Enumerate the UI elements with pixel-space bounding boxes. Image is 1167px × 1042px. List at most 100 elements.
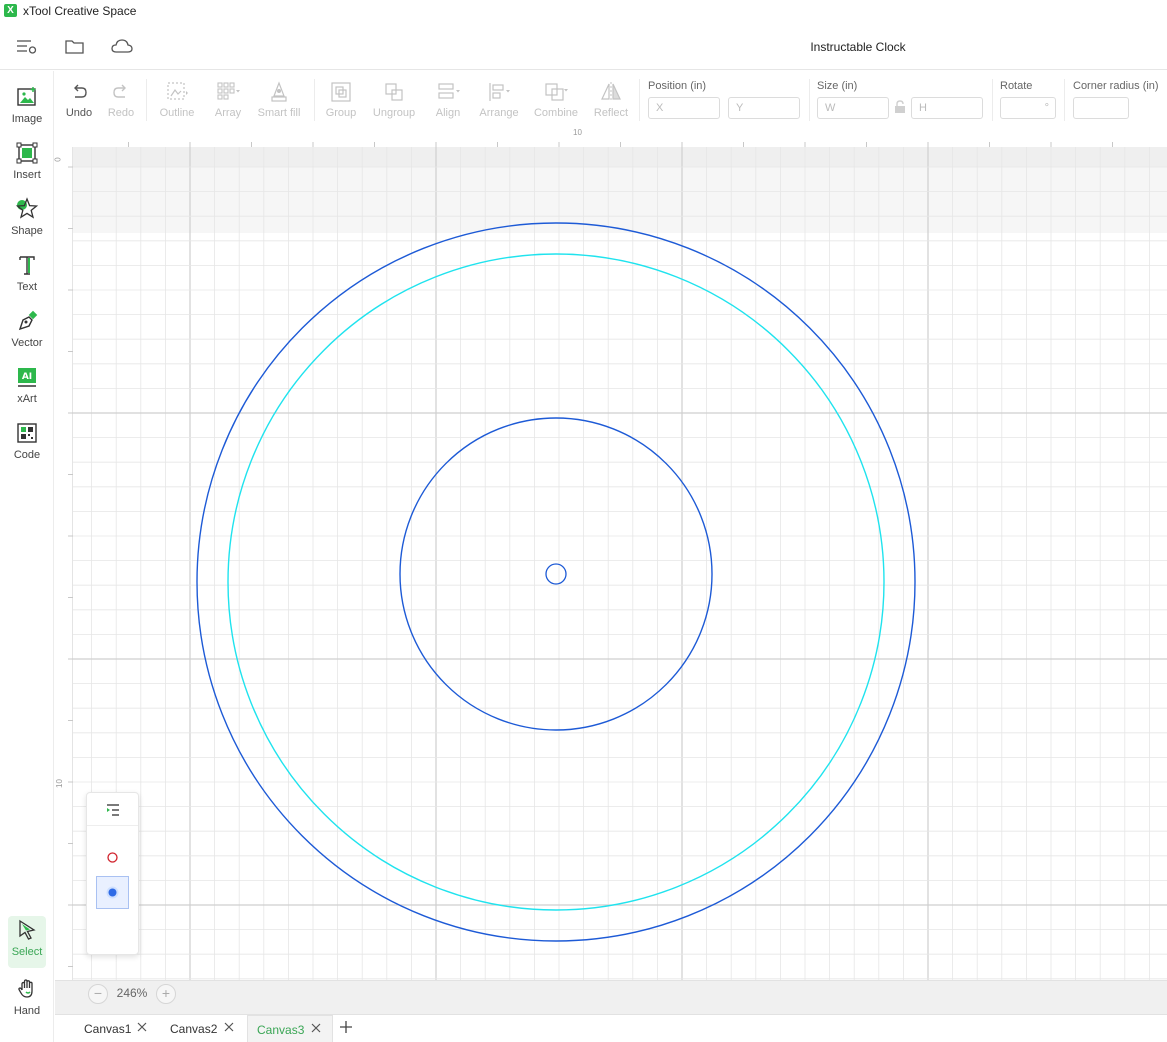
header-bar: Instructable Clock [0, 24, 1167, 70]
corner-radius-field[interactable] [1073, 97, 1129, 119]
size-w-field[interactable]: W [817, 97, 889, 119]
tool-insert[interactable]: Insert [0, 139, 54, 191]
tool-hand[interactable]: Hand [0, 975, 54, 1027]
close-icon[interactable] [222, 1020, 236, 1034]
zoom-bar: − 246% + [55, 980, 1167, 1014]
separator [639, 79, 640, 121]
tab-canvas3[interactable]: Canvas3 [247, 1015, 333, 1042]
layer-red-swatch [107, 852, 118, 863]
size-h-field[interactable]: H [911, 97, 983, 119]
svg-text:AI: AI [22, 372, 32, 382]
zoom-level: 246% [116, 986, 148, 1000]
align-button[interactable]: Align [428, 77, 468, 125]
tab-canvas2[interactable]: Canvas2 [159, 1015, 245, 1042]
canvas-work-area [73, 233, 1167, 980]
align-label: Align [435, 107, 461, 119]
tool-label: Vector [11, 337, 43, 349]
reflect-label: Reflect [593, 107, 629, 119]
corner-radius-label: Corner radius (in) [1073, 80, 1159, 92]
outline-icon [165, 80, 189, 104]
separator [809, 79, 810, 121]
tab-canvas1[interactable]: Canvas1 [73, 1015, 157, 1042]
smart-fill-button[interactable]: Smart fill [254, 77, 304, 125]
ai-icon: AI [15, 365, 39, 389]
separator [314, 79, 315, 121]
tool-label: Code [13, 449, 41, 461]
redo-icon [109, 80, 133, 104]
position-x-field[interactable]: X [648, 97, 720, 119]
layer-list-icon[interactable] [105, 802, 121, 818]
combine-button[interactable]: Combine [530, 77, 582, 125]
undo-icon [67, 80, 91, 104]
ruler-ticks [68, 166, 73, 967]
canvas-tabs: Canvas1 Canvas2 Canvas3 [55, 1014, 1167, 1042]
add-tab-icon[interactable] [338, 1019, 354, 1035]
align-icon [436, 80, 460, 104]
close-icon[interactable] [309, 1021, 323, 1035]
tool-xart[interactable]: AI xArt [0, 363, 54, 415]
lock-icon[interactable] [894, 100, 906, 114]
rotate-field[interactable]: ° [1000, 97, 1056, 119]
tool-image[interactable]: Image [0, 83, 54, 135]
pen-icon [15, 309, 39, 333]
outline-label: Outline [159, 107, 195, 119]
position-y-field[interactable]: Y [728, 97, 800, 119]
app-title: xTool Creative Space [23, 4, 137, 18]
undo-button[interactable]: Undo [60, 77, 98, 125]
tab-label: Canvas2 [170, 1022, 218, 1036]
app-logo: X [4, 4, 17, 17]
ruler-zero: 0 [53, 157, 63, 162]
document-title: Instructable Clock [810, 40, 906, 54]
ruler-ticks [128, 142, 1113, 147]
tool-select[interactable]: Select [8, 916, 46, 968]
layer-panel-header [87, 793, 138, 826]
tool-code[interactable]: Code [0, 419, 54, 471]
zoom-in-button[interactable]: + [156, 984, 176, 1004]
zoom-out-button[interactable]: − [88, 984, 108, 1004]
array-button[interactable]: Array [206, 77, 250, 125]
separator [992, 79, 993, 121]
grid [73, 147, 1167, 980]
ungroup-icon [382, 80, 406, 104]
insert-icon [15, 141, 39, 165]
menu-icon[interactable] [15, 36, 39, 58]
layer-blue[interactable] [96, 876, 129, 909]
combine-label: Combine [533, 107, 579, 119]
tool-label: Text [16, 281, 38, 293]
ungroup-button[interactable]: Ungroup [368, 77, 420, 125]
redo-button[interactable]: Redo [102, 77, 140, 125]
separator [146, 79, 147, 121]
outline-button[interactable]: Outline [152, 77, 202, 125]
smart-fill-label: Smart fill [257, 107, 301, 119]
folder-icon[interactable] [63, 36, 87, 58]
arrange-icon [487, 80, 511, 104]
design-canvas[interactable] [73, 147, 1167, 980]
tool-vector[interactable]: Vector [0, 307, 54, 359]
layer-red[interactable] [96, 841, 129, 874]
rotate-label: Rotate [1000, 80, 1033, 92]
left-toolbar: Image Insert Shape Text Vector AI xArt C… [0, 71, 54, 1042]
group-label: Group [325, 107, 357, 119]
vertical-ruler: 0 10 [53, 147, 73, 980]
size-label: Size (in) [817, 80, 858, 92]
tool-text[interactable]: Text [0, 251, 54, 303]
tool-label: Select [11, 946, 43, 958]
arrange-label: Arrange [479, 107, 519, 119]
tool-label: Shape [11, 225, 43, 237]
tool-shape[interactable]: Shape [0, 195, 54, 247]
canvas-drawing [73, 147, 1167, 980]
top-toolbar: Undo Redo Outline Array Smart fill Group [55, 71, 1167, 127]
canvas-top-band-fill [73, 147, 1167, 167]
star-icon [15, 197, 39, 221]
cursor-icon [15, 918, 39, 942]
group-button[interactable]: Group [320, 77, 362, 125]
barcode-icon [15, 421, 39, 445]
group-icon [329, 80, 353, 104]
array-label: Array [214, 107, 242, 119]
cloud-icon[interactable] [110, 36, 134, 58]
reflect-button[interactable]: Reflect [588, 77, 634, 125]
arrange-button[interactable]: Arrange [476, 77, 522, 125]
close-icon[interactable] [135, 1020, 149, 1034]
horizontal-ruler: 10 [55, 127, 1167, 147]
ruler-label: 10 [54, 779, 64, 788]
